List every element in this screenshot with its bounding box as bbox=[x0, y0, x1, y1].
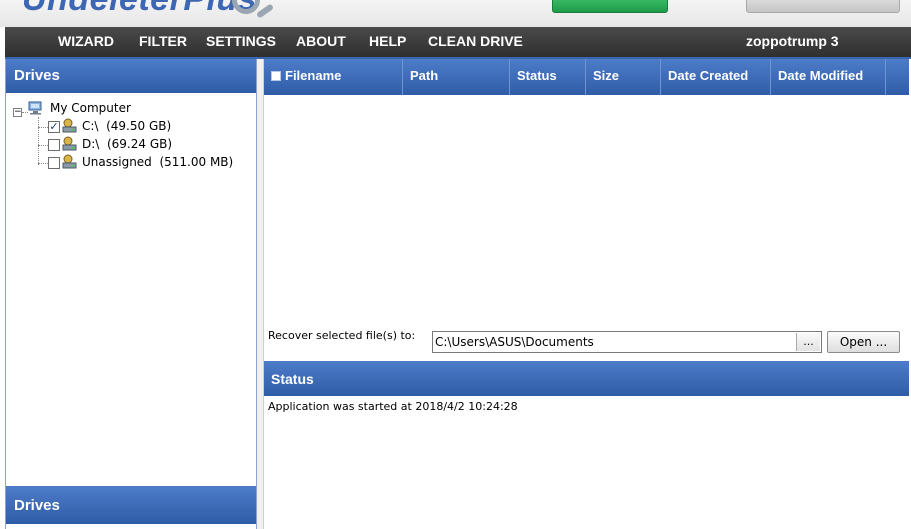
drive-checkbox-unassigned[interactable] bbox=[48, 157, 60, 169]
tree-connector bbox=[38, 117, 39, 165]
status-title: Status bbox=[264, 361, 909, 396]
column-status[interactable]: Status bbox=[510, 59, 586, 95]
drive-name: Unassigned bbox=[82, 155, 152, 169]
drive-checkbox-c[interactable]: ✓ bbox=[48, 121, 60, 133]
status-message: Application was started at 2018/4/2 10:2… bbox=[268, 400, 518, 413]
column-size[interactable]: Size bbox=[586, 59, 661, 95]
open-button[interactable]: Open ... bbox=[827, 331, 900, 353]
collapse-toggle-icon[interactable]: − bbox=[13, 108, 22, 117]
column-date-created[interactable]: Date Created bbox=[661, 59, 771, 95]
menu-bar: WIZARD FILTER SETTINGS ABOUT HELP CLEAN … bbox=[5, 27, 911, 59]
menu-wizard[interactable]: WIZARD bbox=[58, 27, 114, 57]
status-log bbox=[264, 396, 909, 529]
drive-size: (49.50 GB) bbox=[106, 119, 172, 133]
drive-size: (511.00 MB) bbox=[159, 155, 234, 169]
scan-button[interactable] bbox=[552, 0, 668, 13]
tree-connector bbox=[38, 145, 48, 146]
drives-panel-title: Drives bbox=[6, 59, 256, 93]
tree-item-unassigned[interactable]: Unassigned (511.00 MB) bbox=[82, 153, 233, 171]
drives-panel-footer[interactable]: Drives bbox=[6, 486, 256, 524]
drive-name: C:\ bbox=[82, 119, 99, 133]
file-table-header: Filename Path Status Size Date Created D… bbox=[264, 59, 909, 95]
recover-label: Recover selected file(s) to: bbox=[268, 329, 416, 342]
hard-drive-icon bbox=[62, 154, 77, 169]
app-header: UndeleterPlus bbox=[0, 0, 911, 27]
hard-drive-icon bbox=[62, 136, 77, 151]
user-name: zoppotrump 3 bbox=[746, 33, 839, 49]
drive-name: D:\ bbox=[82, 137, 100, 151]
select-all-checkbox[interactable] bbox=[271, 71, 281, 81]
computer-icon bbox=[28, 101, 42, 115]
menu-clean-drive[interactable]: CLEAN DRIVE bbox=[428, 27, 523, 57]
app-logo: UndeleterPlus bbox=[22, 0, 257, 19]
menu-settings[interactable]: SETTINGS bbox=[206, 27, 276, 57]
hard-drive-icon bbox=[62, 118, 77, 133]
menu-about[interactable]: ABOUT bbox=[296, 27, 346, 57]
menu-help[interactable]: HELP bbox=[369, 27, 406, 57]
recover-path-input[interactable]: C:\Users\ASUS\Documents bbox=[432, 331, 822, 353]
panel-splitter[interactable] bbox=[257, 59, 264, 529]
column-filename[interactable]: Filename bbox=[264, 59, 403, 95]
browse-button[interactable]: ... bbox=[796, 333, 820, 351]
drive-checkbox-d[interactable] bbox=[48, 139, 60, 151]
tree-root-label[interactable]: My Computer bbox=[50, 99, 131, 117]
column-filename-label: Filename bbox=[285, 68, 342, 83]
file-list[interactable] bbox=[264, 95, 909, 327]
tree-item-d[interactable]: D:\ (69.24 GB) bbox=[82, 135, 172, 153]
tree-connector bbox=[38, 163, 48, 164]
drive-size: (69.24 GB) bbox=[106, 137, 173, 151]
menu-filter[interactable]: FILTER bbox=[139, 27, 187, 57]
column-path[interactable]: Path bbox=[403, 59, 510, 95]
tree-connector bbox=[38, 127, 48, 128]
recover-button[interactable] bbox=[746, 0, 900, 13]
tree-item-c[interactable]: C:\ (49.50 GB) bbox=[82, 117, 171, 135]
column-date-modified[interactable]: Date Modified bbox=[771, 59, 886, 95]
drives-panel: Drives − My Computer ✓ C:\ (49.50 GB) D:… bbox=[5, 59, 257, 529]
